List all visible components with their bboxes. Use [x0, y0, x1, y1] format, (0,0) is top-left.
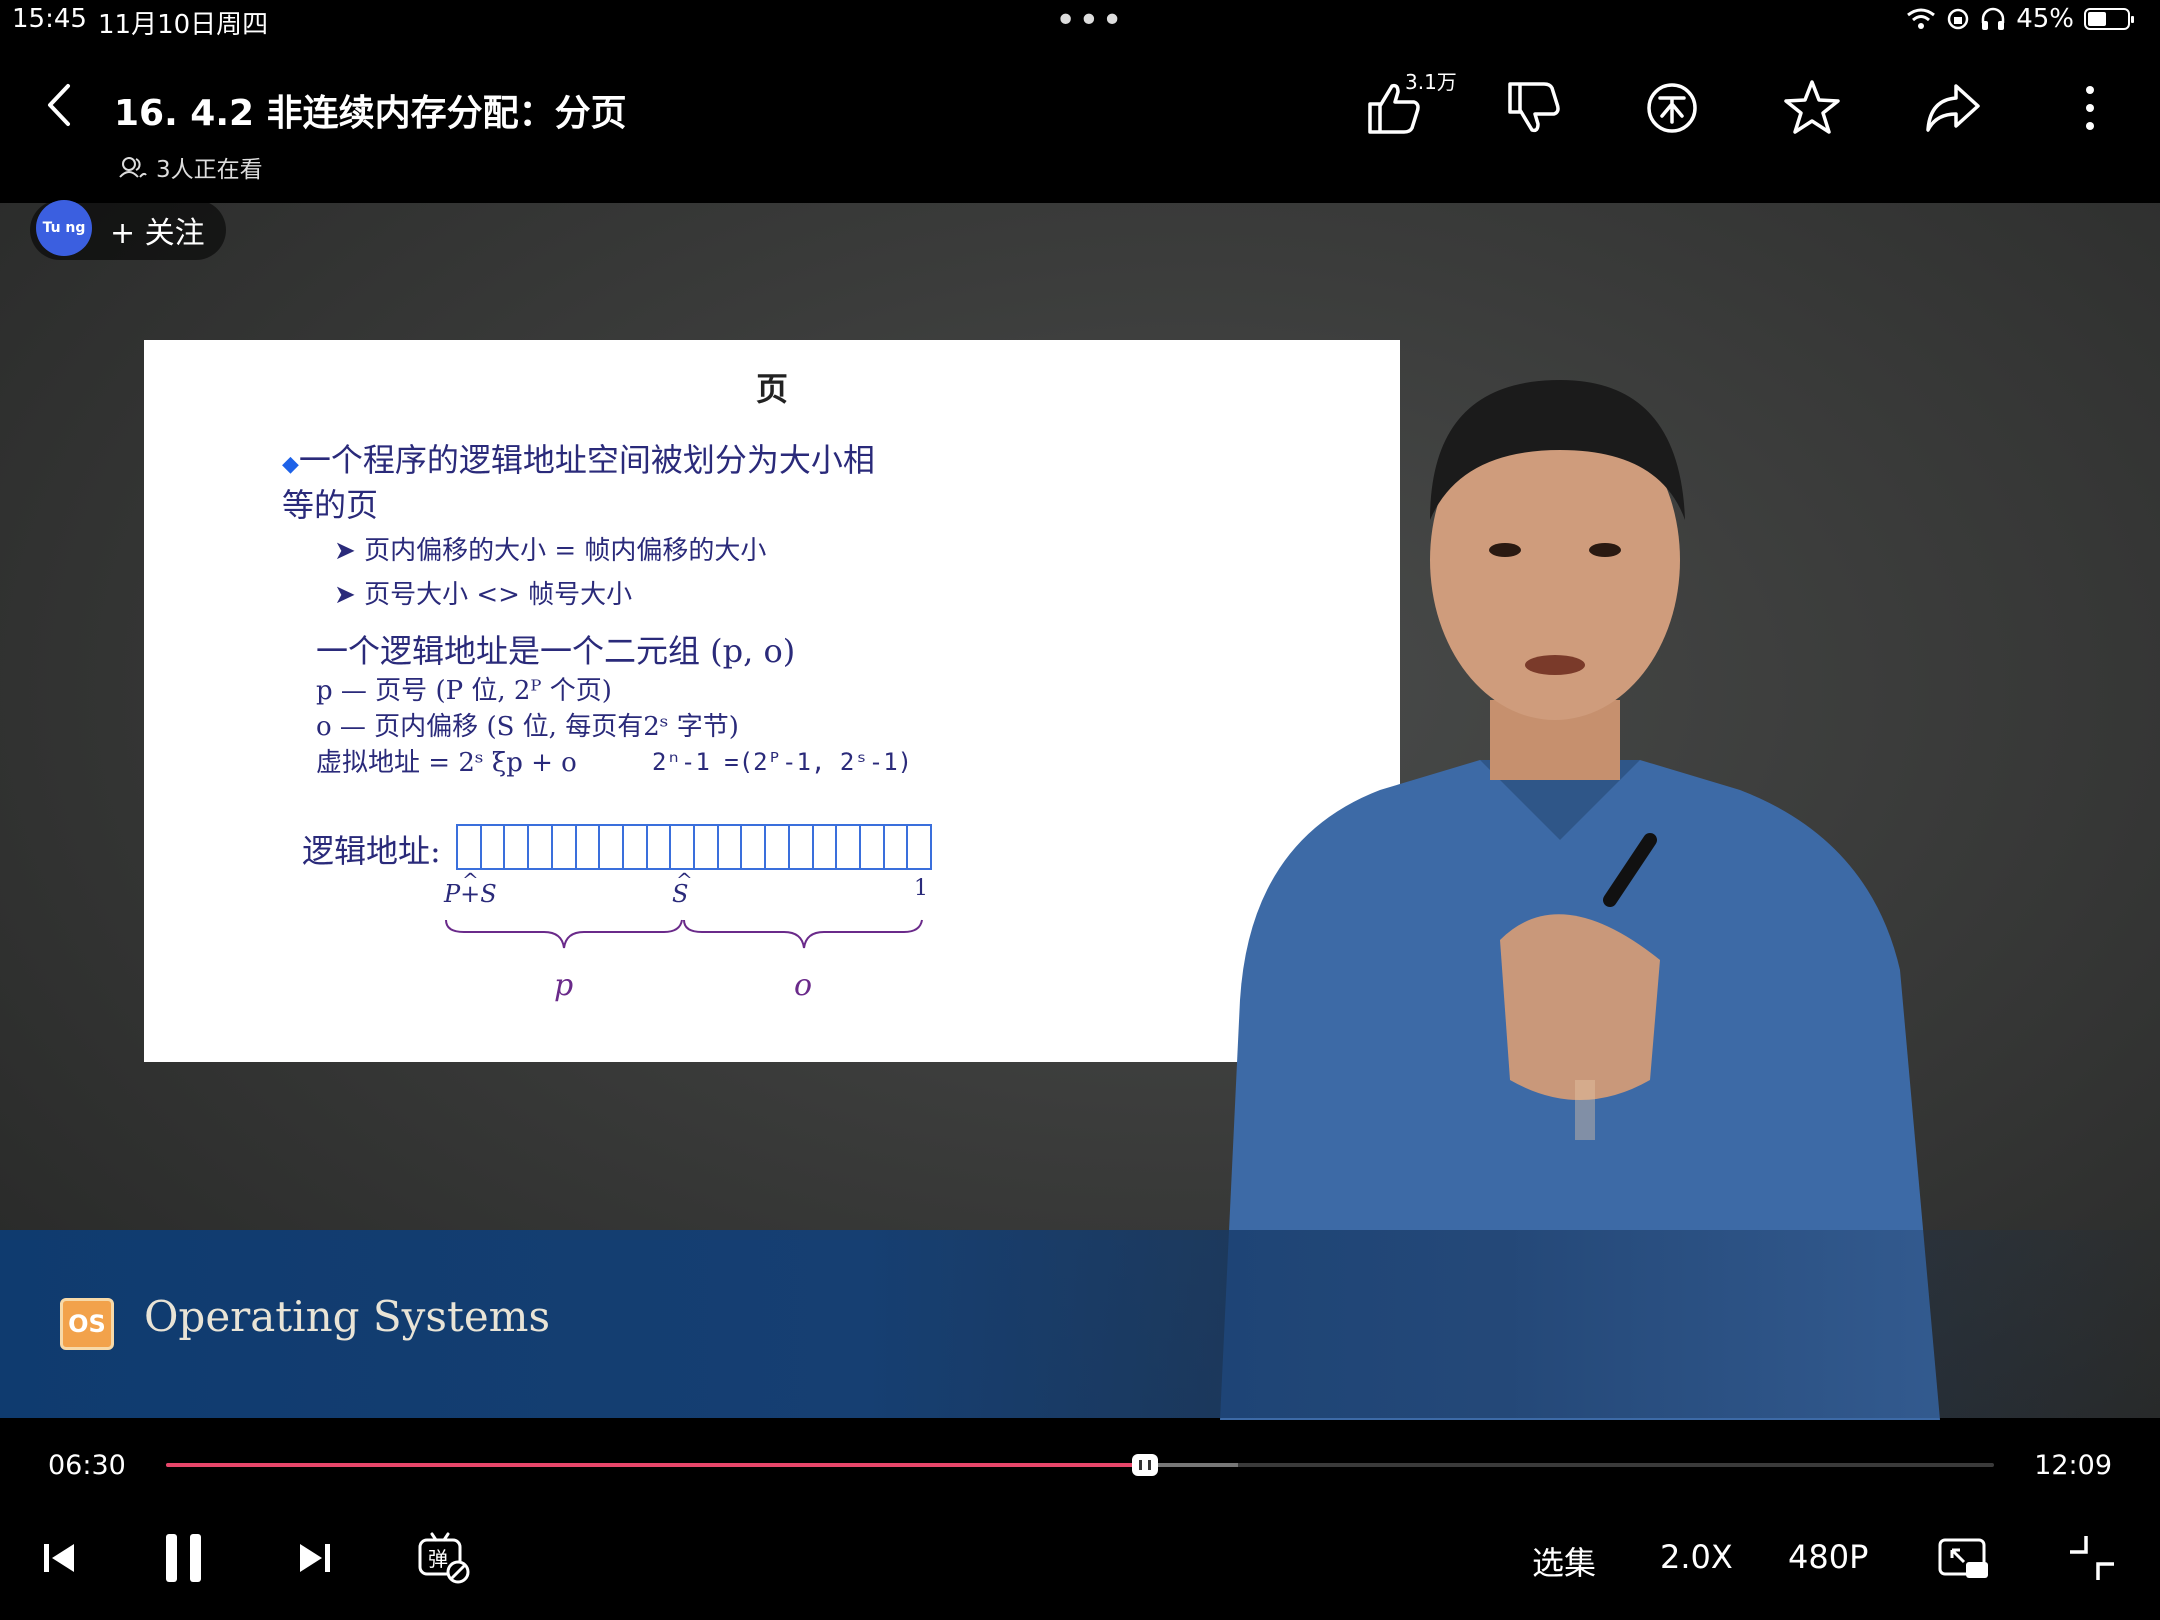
slide-va-line: 虚拟地址 = 2ˢ ξp + o — [316, 748, 577, 778]
favorite-button[interactable] — [1780, 76, 1844, 140]
slide-formula: 2ⁿ-1 =(2ᴾ-1, 2ˢ-1) — [652, 748, 913, 776]
progress-thumb[interactable] — [1132, 1454, 1158, 1476]
status-time: 15:45 — [12, 4, 87, 34]
skip-next-icon — [300, 1544, 330, 1572]
next-button[interactable] — [294, 1530, 334, 1590]
pause-button[interactable] — [160, 1530, 210, 1590]
total-time: 12:09 — [2034, 1450, 2112, 1481]
os-logo: OS — [60, 1298, 114, 1350]
channel-avatar[interactable]: Tu ng — [36, 200, 92, 256]
progress-buffer — [1146, 1463, 1238, 1467]
coin-button[interactable] — [1640, 76, 1704, 140]
speed-button[interactable]: 2.0X — [1660, 1538, 1733, 1576]
like-count: 3.1万 — [1405, 70, 1457, 94]
mark-1: 1 — [914, 876, 928, 901]
picture-in-picture-button[interactable] — [1936, 1530, 1992, 1590]
slide-subpoint: ➤ 页号大小 <> 帧号大小 — [334, 580, 633, 610]
exit-fullscreen-icon — [2070, 1536, 2114, 1580]
thumbs-down-icon — [1508, 82, 1560, 133]
brace-label-o: o — [794, 968, 813, 1003]
wifi-icon — [1907, 8, 1936, 29]
viewer-count-text: 3人正在看 — [156, 157, 263, 183]
back-button[interactable] — [40, 80, 80, 130]
slide-o-line: o — 页内偏移 (S 位, 每页有2ˢ 字节) — [316, 712, 739, 742]
episodes-button[interactable]: 选集 — [1532, 1538, 1596, 1584]
star-icon — [1784, 80, 1840, 134]
video-title: 16. 4.2 非连续内存分配：分页 — [114, 93, 627, 134]
follow-button[interactable]: + 关注 — [110, 208, 205, 252]
svg-text:弹: 弹 — [428, 1547, 448, 1571]
quality-button[interactable]: 480P — [1788, 1538, 1868, 1576]
mark-ps: P+S — [444, 880, 497, 908]
status-date: 11月10日周四 — [98, 10, 269, 40]
lock-rotation-icon — [1947, 8, 1969, 30]
current-time: 06:30 — [48, 1450, 126, 1481]
danmaku-toggle-button[interactable]: 弹 — [416, 1530, 472, 1590]
slide-p-line: p — 页号 (P 位, 2ᴾ 个页) — [316, 676, 612, 706]
dislike-button[interactable] — [1502, 76, 1566, 140]
headphones-icon — [1981, 7, 2005, 30]
pip-icon — [1938, 1538, 1988, 1578]
battery-percent: 45% — [2016, 4, 2074, 34]
course-banner-text: Operating Systems — [144, 1292, 551, 1341]
pause-icon — [166, 1534, 201, 1582]
slide-bullet: ◆一个程序的逻辑地址空间被划分为大小相 等的页 — [282, 440, 875, 525]
viewer-count: 3人正在看 — [118, 150, 263, 184]
slide-subpoint: ➤ 页内偏移的大小 = 帧内偏移的大小 — [334, 536, 767, 566]
address-bit-cells — [456, 824, 932, 870]
exit-fullscreen-button[interactable] — [2064, 1530, 2120, 1590]
more-vertical-icon — [2086, 86, 2094, 130]
previous-button[interactable] — [40, 1530, 80, 1590]
brace-label-p: p — [554, 968, 574, 1003]
brace-lines — [445, 919, 923, 949]
chevron-left-icon — [48, 84, 70, 126]
mark-s: S — [672, 880, 689, 908]
logical-address-label: 逻辑地址: — [302, 832, 441, 870]
share-button[interactable] — [1920, 76, 1984, 140]
slide-subpoint-text: 页号大小 <> 帧号大小 — [364, 580, 633, 610]
diamond-bullet-icon: ◆ — [282, 452, 299, 477]
progress-fill — [166, 1463, 1144, 1467]
multitask-dots-icon[interactable]: ••• — [1055, 0, 1125, 41]
coin-icon — [1647, 83, 1697, 133]
danmaku-off-icon: 弹 — [418, 1532, 470, 1584]
more-options-button[interactable] — [2058, 76, 2122, 140]
slide-bullet-line2: 等的页 — [282, 486, 379, 524]
viewers-icon — [119, 157, 147, 178]
share-arrow-icon — [1926, 84, 1980, 132]
skip-previous-icon — [44, 1544, 74, 1572]
status-indicators: 45% — [1906, 4, 2134, 34]
battery-icon — [2084, 8, 2134, 30]
slide-bullet-line1: 一个程序的逻辑地址空间被划分为大小相 — [298, 441, 875, 479]
slide-tuple-line: 一个逻辑地址是一个二元组 (p, o) — [316, 632, 796, 670]
slide-subpoint-text: 页内偏移的大小 = 帧内偏移的大小 — [364, 536, 767, 566]
